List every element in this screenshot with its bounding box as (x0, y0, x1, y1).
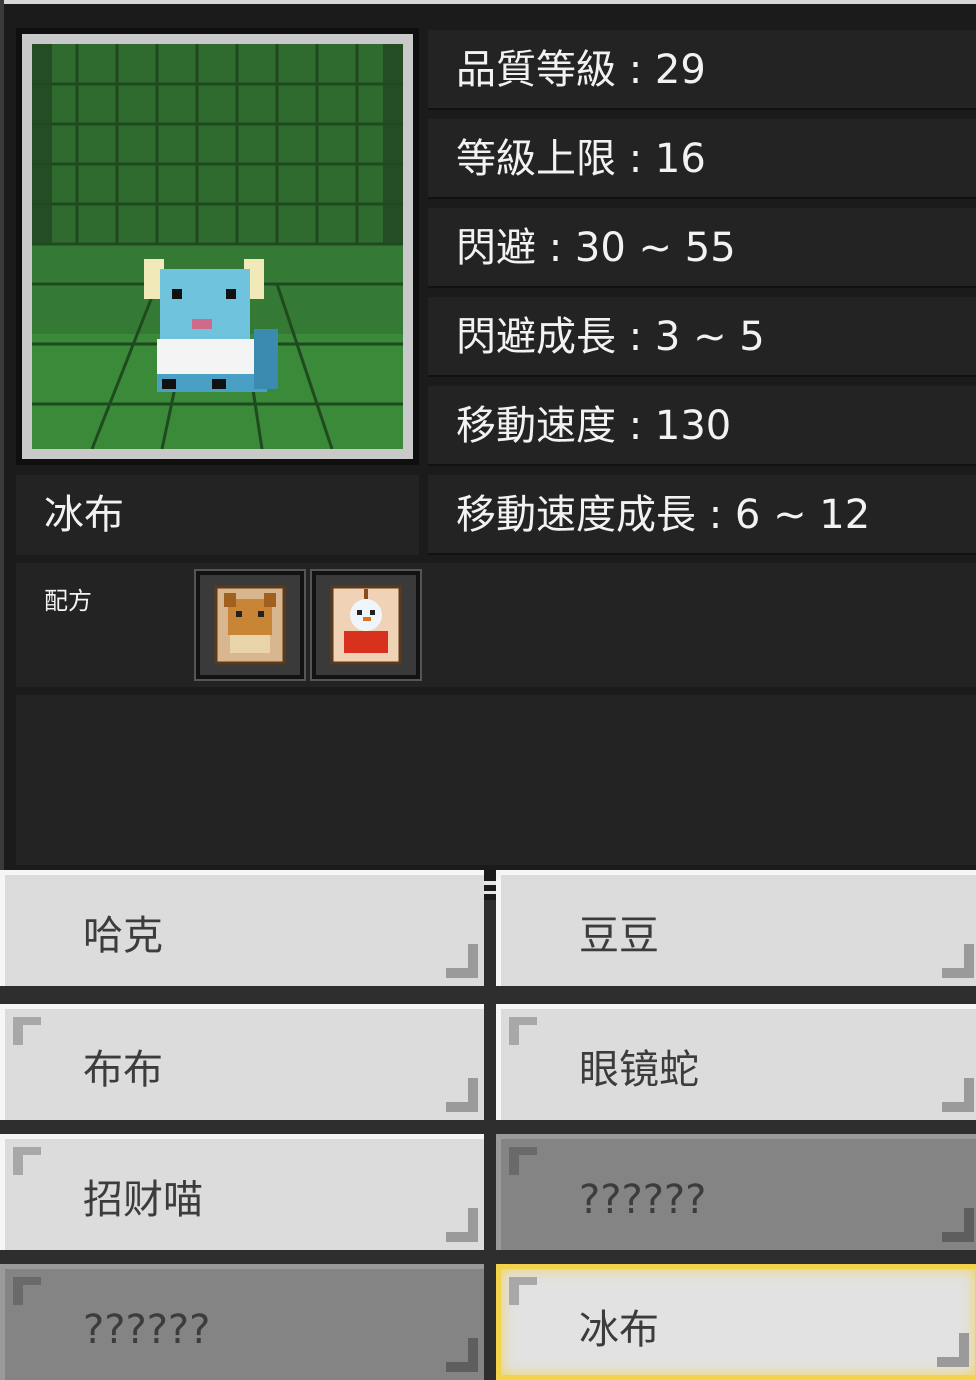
pet-name: 冰布 (44, 492, 124, 538)
detail-empty-area (16, 695, 976, 865)
stat-level-cap: 等級上限 : 16 (428, 119, 976, 199)
stat-dodge-text: 閃避 : 30 ~ 55 (456, 225, 736, 271)
stat-quality: 品質等級 : 29 (428, 30, 976, 110)
stat-dodge: 閃避 : 30 ~ 55 (428, 208, 976, 288)
list-item[interactable]: 眼镜蛇 (496, 1004, 976, 1120)
list-item-label: ?????? (83, 1307, 211, 1353)
list-item-label: 招财喵 (83, 1177, 203, 1223)
stat-move-speed-growth: 移動速度成長 : 6 ~ 12 (428, 475, 976, 555)
list-item-label: 豆豆 (579, 913, 659, 959)
list-item[interactable]: 哈克 (0, 870, 484, 986)
recipe-row: 配方 (16, 563, 976, 687)
list-item-label: 眼镜蛇 (579, 1047, 699, 1093)
pet-detail-panel: 品質等級 : 29 等級上限 : 16 閃避 : 30 ~ 55 閃避成長 : … (0, 0, 976, 900)
stat-move-speed: 移動速度 : 130 (428, 386, 976, 466)
corner-bracket-icon (942, 944, 974, 978)
list-item-label: ?????? (579, 1177, 707, 1223)
stat-quality-text: 品質等級 : 29 (456, 47, 706, 93)
corner-bracket-icon (13, 1147, 41, 1175)
corner-bracket-icon (446, 1078, 478, 1112)
stat-move-speed-growth-text: 移動速度成長 : 6 ~ 12 (456, 492, 871, 538)
list-item[interactable]: 招财喵 (0, 1134, 484, 1250)
corner-bracket-icon (509, 1147, 537, 1175)
stat-dodge-growth-text: 閃避成長 : 3 ~ 5 (456, 314, 765, 360)
list-item-label: 哈克 (83, 913, 163, 959)
list-item-label: 冰布 (579, 1307, 659, 1353)
list-item-label: 布布 (83, 1047, 163, 1093)
corner-bracket-icon (509, 1277, 537, 1305)
pet-list-grid: 哈克 豆豆 布布 眼镜蛇 招财喵 ?????? ?????? 冰布 (0, 870, 976, 1380)
list-item-selected[interactable]: 冰布 (496, 1264, 976, 1380)
list-item[interactable]: 布布 (0, 1004, 484, 1120)
corner-bracket-icon (942, 1078, 974, 1112)
corner-bracket-icon (509, 1017, 537, 1045)
corner-bracket-icon (937, 1333, 969, 1367)
list-item-locked[interactable]: ?????? (496, 1134, 976, 1250)
snowman-card-icon[interactable] (310, 569, 422, 681)
list-item-locked[interactable]: ?????? (0, 1264, 484, 1380)
stat-level-cap-text: 等級上限 : 16 (456, 136, 706, 182)
pet-portrait-image (32, 44, 403, 449)
corner-bracket-icon (446, 1208, 478, 1242)
corner-bracket-icon (446, 944, 478, 978)
corner-bracket-icon (13, 1277, 41, 1305)
stat-move-speed-text: 移動速度 : 130 (456, 403, 732, 449)
corner-bracket-icon (446, 1338, 478, 1372)
corner-bracket-icon (13, 1017, 41, 1045)
panel-top-border (0, 0, 976, 4)
panel-left-border (0, 0, 4, 895)
corner-bracket-icon (942, 1208, 974, 1242)
list-item[interactable]: 豆豆 (496, 870, 976, 986)
stat-dodge-growth: 閃避成長 : 3 ~ 5 (428, 297, 976, 377)
pet-portrait-frame (16, 28, 419, 465)
pet-name-box: 冰布 (16, 475, 419, 555)
eevee-card-icon[interactable] (194, 569, 306, 681)
recipe-label: 配方 (44, 587, 92, 615)
